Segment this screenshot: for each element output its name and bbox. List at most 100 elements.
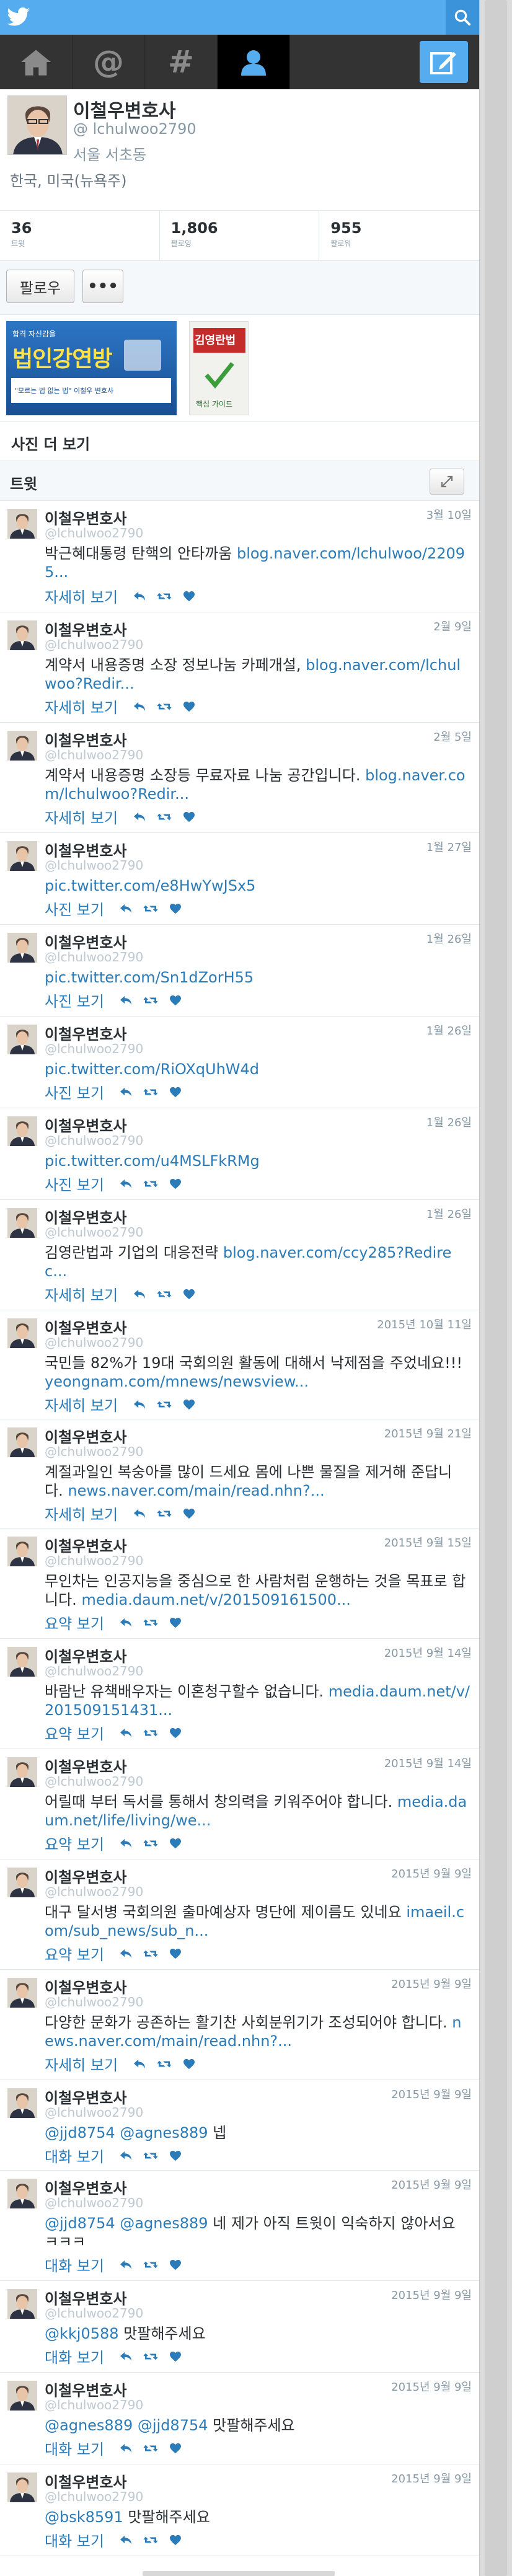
favorite-icon[interactable] [179, 589, 200, 604]
reply-icon[interactable] [129, 699, 150, 714]
tweet-avatar[interactable] [7, 2088, 37, 2118]
retweet-icon[interactable] [140, 2257, 161, 2272]
tweet-author-name[interactable]: 이철우변호사 [45, 2378, 126, 2400]
tweet-timestamp[interactable]: 2월 5일 [433, 728, 472, 744]
tweet-timestamp[interactable]: 2015년 9월 9일 [391, 2176, 472, 2192]
tweet-author-name[interactable]: 이철우변호사 [45, 2287, 126, 2308]
favorite-icon[interactable] [165, 901, 186, 916]
reply-icon[interactable] [115, 2349, 136, 2364]
favorite-icon[interactable] [165, 993, 186, 1008]
tweet-item[interactable]: 이철우변호사 @lchulwoo2790 2015년 9월 9일 @agnes889 … [0, 2373, 479, 2464]
reply-icon[interactable] [115, 1085, 136, 1100]
tweet-detail-link[interactable]: 사진 보기 [45, 1173, 104, 1194]
tweet-timestamp[interactable]: 1월 27일 [426, 839, 472, 855]
tweet-timestamp[interactable]: 2015년 9월 14일 [384, 1644, 472, 1661]
tweet-detail-link[interactable]: 사진 보기 [45, 989, 104, 1011]
reply-icon[interactable] [115, 1946, 136, 1961]
tweet-timestamp[interactable]: 2015년 10월 11일 [377, 1316, 472, 1332]
tweet-link[interactable]: media.daum.net/v/201509161500... [81, 1591, 350, 1608]
tweet-timestamp[interactable]: 2월 9일 [433, 618, 472, 634]
tweet-link[interactable]: pic.twitter.com/RiOXqUhW4d [45, 1061, 259, 1078]
tweet-avatar[interactable] [7, 1868, 37, 1897]
retweet-icon[interactable] [140, 901, 161, 916]
tweet-timestamp[interactable]: 2015년 9월 15일 [384, 1534, 472, 1550]
favorite-icon[interactable] [165, 2441, 186, 2456]
tweet-author-name[interactable]: 이철우변호사 [45, 930, 126, 952]
reply-icon[interactable] [115, 1836, 136, 1851]
favorite-icon[interactable] [165, 2533, 186, 2547]
tweet-author-name[interactable]: 이철우변호사 [45, 618, 126, 640]
tweet-author-name[interactable]: 이철우변호사 [45, 839, 126, 860]
tweet-avatar[interactable] [7, 2289, 37, 2319]
retweet-icon[interactable] [140, 1726, 161, 1740]
compose-button[interactable] [420, 41, 468, 83]
photo-thumbnail-book[interactable]: 김영란법 핵심 가이드 [189, 321, 249, 415]
tweet-link[interactable]: news.naver.com/main/read.nhn?... [68, 1482, 324, 1499]
retweet-icon[interactable] [154, 699, 175, 714]
tweet-author-name[interactable]: 이철우변호사 [45, 1644, 126, 1666]
tweet-mention-link[interactable]: @bsk8591 [45, 2508, 123, 2526]
reply-icon[interactable] [115, 1726, 136, 1740]
follow-button[interactable]: 팔로우 [6, 270, 74, 303]
retweet-icon[interactable] [140, 2441, 161, 2456]
profile-avatar[interactable] [7, 95, 67, 155]
tweet-timestamp[interactable]: 1월 26일 [426, 1206, 472, 1222]
favorite-icon[interactable] [165, 1176, 186, 1191]
tweet-detail-link[interactable]: 요약 보기 [45, 1722, 104, 1744]
tweet-item[interactable]: 이철우변호사 @lchulwoo2790 1월 26일 pic.twitter.com… [0, 1108, 479, 1200]
tweet-item[interactable]: 이철우변호사 @lchulwoo2790 1월 26일 김영란법과 기업의 대응전략 … [0, 1200, 479, 1310]
stat-following[interactable]: 1,806 팔로잉 [160, 211, 320, 260]
tweet-author-name[interactable]: 이철우변호사 [45, 1206, 126, 1227]
tweet-avatar[interactable] [7, 1318, 37, 1348]
reply-icon[interactable] [115, 993, 136, 1008]
retweet-icon[interactable] [154, 589, 175, 604]
favorite-icon[interactable] [165, 1726, 186, 1740]
tweet-avatar[interactable] [7, 1647, 37, 1677]
tweet-detail-link[interactable]: 자세히 보기 [45, 1502, 118, 1524]
twitter-bird-icon[interactable] [5, 5, 32, 30]
retweet-icon[interactable] [154, 1287, 175, 1302]
tweet-author-name[interactable]: 이철우변호사 [45, 1865, 126, 1887]
favorite-icon[interactable] [165, 2349, 186, 2364]
tweet-detail-link[interactable]: 자세히 보기 [45, 2053, 118, 2075]
tweet-author-name[interactable]: 이철우변호사 [45, 1316, 126, 1338]
favorite-icon[interactable] [179, 2057, 200, 2071]
tweet-detail-link[interactable]: 요약 보기 [45, 1943, 104, 1964]
tweet-item[interactable]: 이철우변호사 @lchulwoo2790 2월 5일 계약서 내용증명 소장등 무료자… [0, 723, 479, 833]
favorite-icon[interactable] [179, 809, 200, 824]
reply-icon[interactable] [129, 2057, 150, 2071]
favorite-icon[interactable] [165, 1085, 186, 1100]
tweet-detail-link[interactable]: 자세히 보기 [45, 1393, 118, 1415]
tweet-avatar[interactable] [7, 1116, 37, 1146]
stat-tweets[interactable]: 36 트윗 [0, 211, 160, 260]
favorite-icon[interactable] [165, 1615, 186, 1630]
tweet-detail-link[interactable]: 대화 보기 [45, 2529, 104, 2551]
tweet-author-name[interactable]: 이철우변호사 [45, 2470, 126, 2492]
tweet-author-name[interactable]: 이철우변호사 [45, 1534, 126, 1556]
tweet-avatar[interactable] [7, 731, 37, 761]
retweet-icon[interactable] [140, 2533, 161, 2547]
tweet-detail-link[interactable]: 대화 보기 [45, 2345, 104, 2367]
reply-icon[interactable] [115, 2257, 136, 2272]
search-button[interactable] [446, 0, 479, 35]
tweet-detail-link[interactable]: 대화 보기 [45, 2145, 104, 2166]
reply-icon[interactable] [129, 1506, 150, 1521]
tweet-item[interactable]: 이철우변호사 @lchulwoo2790 2015년 9월 14일 어릴때 부터 독서… [0, 1749, 479, 1859]
reply-icon[interactable] [129, 1397, 150, 1412]
tweet-item[interactable]: 이철우변호사 @lchulwoo2790 2015년 9월 9일 @kkj0588 맛… [0, 2281, 479, 2373]
tweet-author-name[interactable]: 이철우변호사 [45, 1975, 126, 1997]
tweet-detail-link[interactable]: 대화 보기 [45, 2437, 104, 2459]
tweet-detail-link[interactable]: 대화 보기 [45, 2254, 104, 2275]
retweet-icon[interactable] [140, 2349, 161, 2364]
nav-discover[interactable]: # [145, 35, 218, 89]
nav-mentions[interactable]: @ [73, 35, 145, 89]
reply-icon[interactable] [115, 2441, 136, 2456]
tweet-item[interactable]: 이철우변호사 @lchulwoo2790 1월 26일 pic.twitter.com… [0, 1017, 479, 1108]
favorite-icon[interactable] [165, 2257, 186, 2272]
tweet-avatar[interactable] [7, 2381, 37, 2411]
retweet-icon[interactable] [140, 1615, 161, 1630]
tweet-avatar[interactable] [7, 509, 37, 539]
tweet-timestamp[interactable]: 2015년 9월 9일 [391, 2378, 472, 2394]
tweet-timestamp[interactable]: 1월 26일 [426, 930, 472, 946]
tweet-item[interactable]: 이철우변호사 @lchulwoo2790 2015년 9월 14일 바람난 유책배우자… [0, 1639, 479, 1749]
